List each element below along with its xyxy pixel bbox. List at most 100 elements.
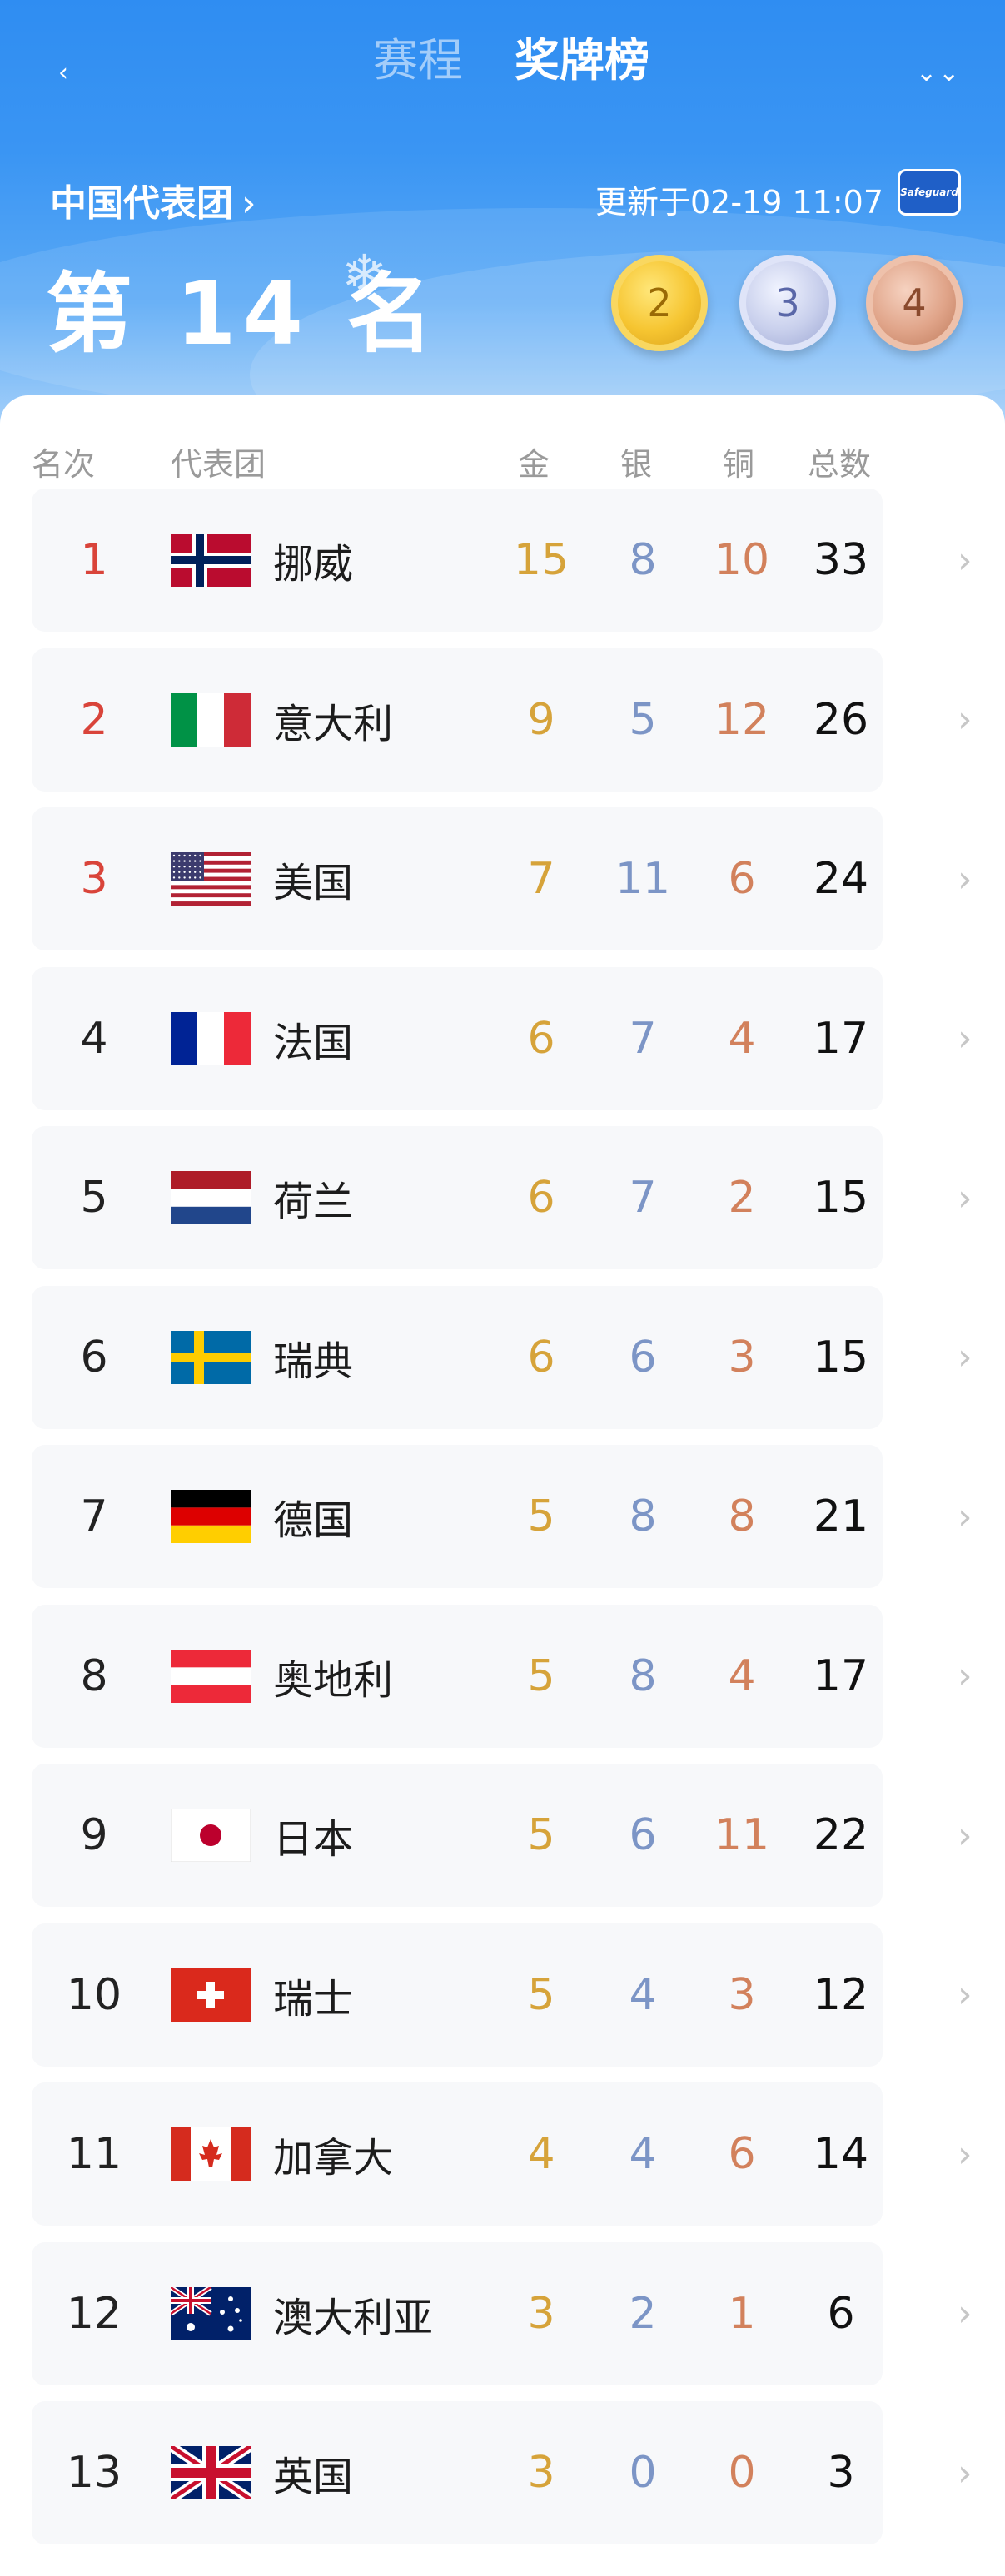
rank-cell: 1 [80, 535, 108, 585]
table-row[interactable]: 7 德国 5 8 8 21 › [32, 1445, 973, 1588]
team-name: 意大利 [273, 700, 394, 747]
flag-icon [171, 967, 251, 1110]
flag-icon [171, 648, 251, 792]
table-row[interactable]: 10 瑞士 5 4 3 12 › [32, 1923, 973, 2067]
table-row[interactable]: 9 日本 5 6 11 22 › [32, 1764, 973, 1907]
bronze-cell: 3 [728, 1969, 756, 2020]
table-row[interactable]: 8 奥地利 5 8 4 17 › [32, 1604, 973, 1748]
total-cell: 21 [813, 1491, 869, 1541]
gold-count: 2 [647, 280, 672, 325]
gold-cell: 3 [527, 2288, 555, 2339]
silver-cell: 5 [629, 694, 657, 745]
silver-cell: 7 [629, 1173, 657, 1223]
bronze-cell: 11 [714, 1810, 770, 1860]
gold-medal-count: 2 [611, 255, 708, 351]
table-row[interactable]: 5 荷兰 6 7 2 15 › [32, 1126, 973, 1269]
bronze-cell: 3 [728, 1332, 756, 1382]
column-header-gold: 金 [518, 446, 550, 483]
tab-medal-table[interactable]: 奖牌榜 [515, 23, 649, 89]
chevron-right-icon: › [958, 2132, 973, 2176]
team-name: 日本 [273, 1816, 354, 1863]
chevron-right-icon: › [958, 857, 973, 901]
silver-cell: 4 [629, 2129, 657, 2179]
chevron-right-icon: › [958, 2451, 973, 2494]
column-header-bronze: 铜 [723, 446, 755, 483]
column-header-silver: 银 [620, 446, 653, 483]
total-cell: 14 [813, 2129, 869, 2179]
gold-cell: 5 [527, 1810, 555, 1860]
chevron-right-icon: › [958, 1814, 973, 1857]
table-row[interactable]: 4 法国 6 7 4 17 › [32, 966, 973, 1110]
table-row[interactable]: 13 英国 3 0 0 3 › [32, 2401, 973, 2544]
snowflake-icon: ❄ [341, 243, 388, 307]
silver-cell: 8 [629, 1491, 657, 1541]
team-name: 荷兰 [273, 1179, 354, 1225]
gold-cell: 5 [527, 1650, 555, 1701]
chevron-right-icon: › [958, 698, 973, 741]
team-name: 瑞典 [273, 1338, 354, 1385]
flag-icon [171, 1923, 251, 2067]
team-name: 德国 [273, 1497, 354, 1544]
chevron-right-icon: › [958, 1176, 973, 1219]
rank-cell: 8 [80, 1650, 108, 1701]
total-cell: 26 [813, 694, 869, 745]
gold-cell: 15 [513, 535, 570, 585]
silver-cell: 8 [629, 535, 657, 585]
flag-icon [171, 1605, 251, 1748]
bronze-count: 4 [902, 280, 927, 325]
table-row[interactable]: 3 美国 7 11 6 24 › [32, 807, 973, 950]
rank-cell: 12 [66, 2288, 122, 2339]
chevron-right-icon: › [958, 2292, 973, 2335]
rank-cell: 11 [66, 2129, 122, 2179]
silver-cell: 4 [629, 1969, 657, 2020]
bronze-cell: 8 [728, 1491, 756, 1541]
rank-cell: 10 [66, 1969, 122, 2020]
rank-cell: 6 [80, 1332, 108, 1382]
total-cell: 33 [813, 535, 869, 585]
total-cell: 17 [813, 1650, 869, 1701]
table-row[interactable]: 1 挪威 15 8 10 33 › [32, 489, 973, 632]
table-row[interactable]: 11 加拿大 4 4 6 14 › [32, 2082, 973, 2226]
gold-cell: 6 [527, 1332, 555, 1382]
back-icon[interactable]: ‹ [58, 58, 68, 87]
silver-count: 3 [775, 280, 800, 325]
gold-cell: 5 [527, 1491, 555, 1541]
rank-cell: 2 [80, 694, 108, 745]
rank-cell: 13 [66, 2448, 122, 2498]
bronze-cell: 0 [728, 2448, 756, 2498]
gold-cell: 5 [527, 1969, 555, 2020]
bronze-cell: 6 [728, 854, 756, 904]
flag-icon [171, 489, 251, 632]
team-name: 美国 [273, 860, 354, 906]
bronze-cell: 4 [728, 1013, 756, 1064]
total-cell: 24 [813, 854, 869, 904]
gold-cell: 6 [527, 1173, 555, 1223]
total-cell: 17 [813, 1013, 869, 1064]
chevron-right-icon: › [958, 1495, 973, 1538]
gold-cell: 6 [527, 1013, 555, 1064]
table-row[interactable]: 6 瑞典 6 6 3 15 › [32, 1285, 973, 1429]
rank-cell: 5 [80, 1173, 108, 1223]
bronze-cell: 1 [728, 2288, 756, 2339]
table-row[interactable]: 2 意大利 9 5 12 26 › [32, 648, 973, 792]
rank-cell: 4 [80, 1013, 108, 1064]
chevron-right-icon: › [958, 1973, 973, 2016]
delegation-name: 中国代表团 [50, 182, 233, 225]
team-name: 奥地利 [273, 1656, 394, 1704]
silver-cell: 6 [629, 1332, 657, 1382]
flag-icon [171, 2401, 251, 2544]
gold-cell: 4 [527, 2129, 555, 2179]
delegation-link[interactable]: 中国代表团 › [50, 173, 256, 226]
total-cell: 3 [827, 2448, 855, 2498]
total-cell: 12 [813, 1969, 869, 2020]
table-row[interactable]: 12 澳大利亚 3 2 1 6 › [32, 2241, 973, 2385]
more-icon[interactable]: ⌄⌄ [916, 58, 961, 87]
silver-cell: 7 [629, 1013, 657, 1064]
chevron-right-icon: › [958, 1655, 973, 1697]
bronze-medal-count: 4 [866, 255, 963, 351]
flag-icon [171, 1764, 251, 1907]
gold-cell: 9 [527, 694, 555, 745]
tab-schedule[interactable]: 赛程 [373, 23, 463, 89]
total-cell: 22 [813, 1810, 869, 1860]
bronze-cell: 12 [714, 694, 770, 745]
